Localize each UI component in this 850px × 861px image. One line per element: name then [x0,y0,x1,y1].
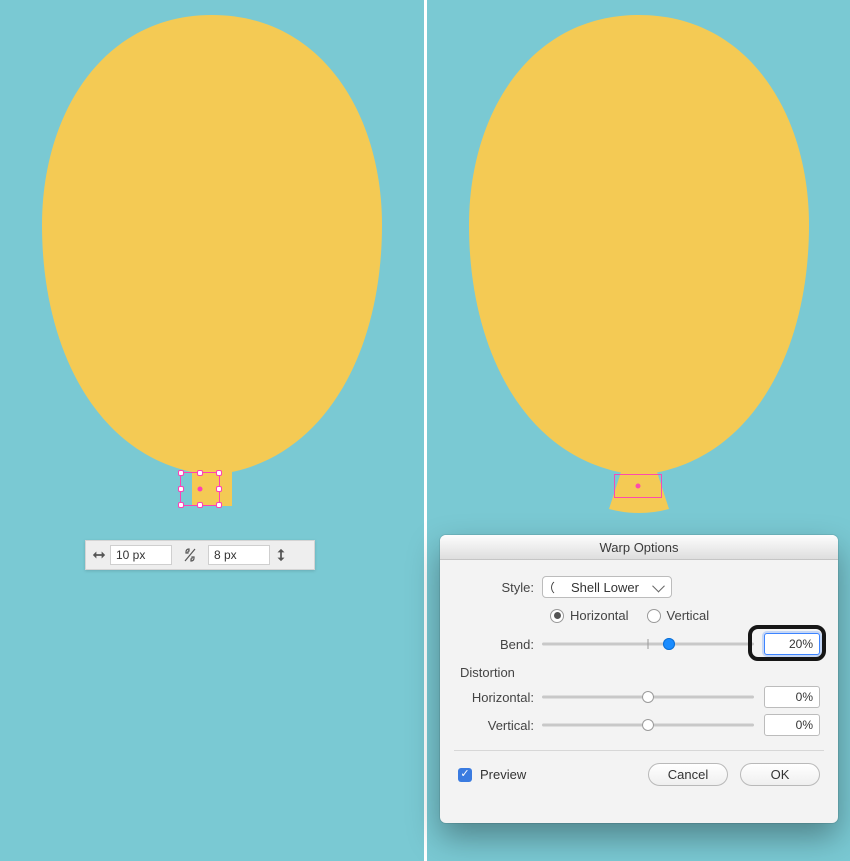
height-cell: 8 px [202,541,294,569]
bend-value-input[interactable]: 20% [764,633,820,655]
orientation-horizontal-label: Horizontal [570,608,629,623]
width-input[interactable]: 10 px [110,545,172,565]
preview-label: Preview [480,767,526,782]
link-broken-icon [183,547,197,563]
style-label: Style: [458,580,542,595]
orientation-vertical-radio[interactable]: Vertical [647,608,710,623]
distortion-group-label: Distortion [460,665,820,680]
distortion-horizontal-label: Horizontal: [458,690,542,705]
distortion-vertical-slider[interactable] [542,715,754,735]
constrain-proportions[interactable] [178,541,202,569]
cancel-button[interactable]: Cancel [648,763,728,786]
dialog-title: Warp Options [440,535,838,560]
shell-icon: ⌒ [549,581,566,593]
distortion-horizontal-slider[interactable] [542,687,754,707]
radio-dot-on-icon [550,609,564,623]
canvas-left: 10 px 8 px [0,0,424,861]
dimensions-toolbar: 10 px 8 px [85,540,315,570]
balloon-shape-left [22,5,402,535]
style-value: Shell Lower [571,580,639,595]
width-cell: 10 px [86,541,178,569]
ok-button[interactable]: OK [740,763,820,786]
radio-dot-off-icon [647,609,661,623]
width-arrows-icon [92,548,106,562]
orientation-vertical-label: Vertical [667,608,710,623]
checkmark-icon: ✓ [458,768,472,782]
selection-box-left[interactable] [180,472,220,506]
distortion-horizontal-value-input[interactable]: 0% [764,686,820,708]
selection-box-right[interactable] [614,474,662,498]
dialog-divider [454,750,824,751]
balloon-shape-right [449,5,829,535]
warp-options-dialog: Warp Options Style: ⌒ Shell Lower Horizo… [440,535,838,823]
distortion-vertical-label: Vertical: [458,718,542,733]
height-input[interactable]: 8 px [208,545,270,565]
preview-checkbox[interactable]: ✓ Preview [458,767,526,782]
orientation-horizontal-radio[interactable]: Horizontal [550,608,629,623]
height-arrows-icon [274,548,288,562]
distortion-vertical-value-input[interactable]: 0% [764,714,820,736]
style-select[interactable]: ⌒ Shell Lower [542,576,672,598]
bend-slider[interactable] [542,634,754,654]
bend-label: Bend: [458,637,542,652]
